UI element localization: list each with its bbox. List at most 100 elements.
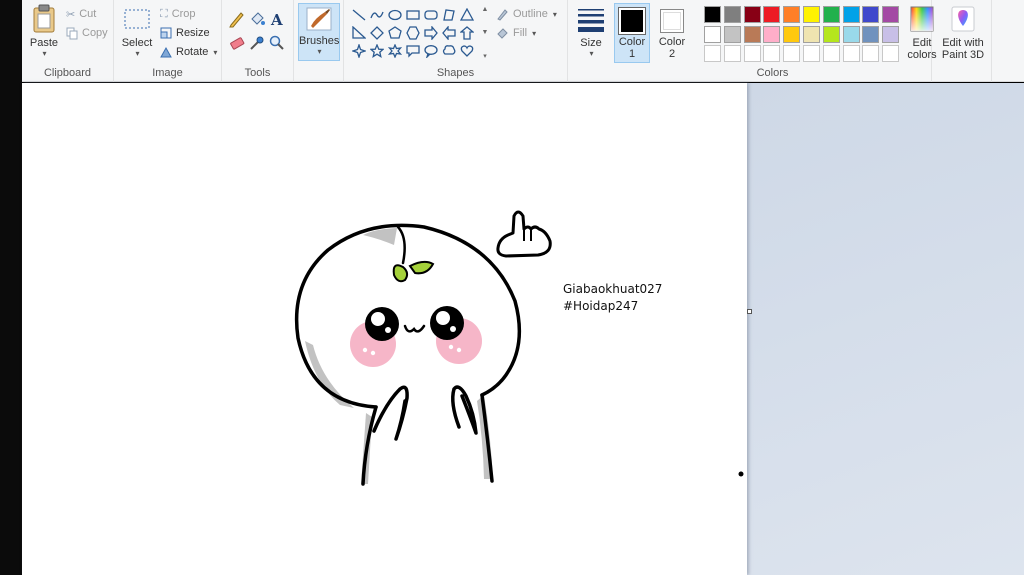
palette-color-swatch[interactable] bbox=[704, 25, 721, 43]
cut-button[interactable]: ✂ Cut bbox=[66, 5, 96, 23]
shapes-group-label: Shapes bbox=[436, 67, 475, 79]
up-arrow-shape-icon[interactable] bbox=[458, 24, 476, 42]
four-point-star-shape-icon[interactable] bbox=[350, 42, 368, 60]
canvas-resize-handle[interactable] bbox=[747, 309, 752, 314]
drawing-canvas[interactable]: Giabaokhuat027 #Hoidap247 bbox=[22, 83, 747, 575]
outline-button[interactable]: Outline ▾ bbox=[496, 5, 557, 23]
copy-button[interactable]: Copy bbox=[66, 24, 108, 42]
line-width-icon bbox=[578, 9, 604, 32]
fill-bucket-icon[interactable] bbox=[248, 10, 266, 28]
left-arrow-shape-icon[interactable] bbox=[440, 24, 458, 42]
palette-color-swatch[interactable] bbox=[822, 6, 840, 23]
rect-callout-shape-icon[interactable] bbox=[404, 42, 422, 60]
resize-label: Resize bbox=[176, 27, 210, 39]
line-shape-icon[interactable] bbox=[350, 6, 368, 24]
left-window-strip bbox=[0, 0, 22, 575]
scroll-up-icon[interactable]: ▲ bbox=[482, 6, 489, 13]
expand-gallery-icon[interactable]: ▾ bbox=[483, 52, 487, 60]
scroll-down-icon[interactable]: ▼ bbox=[482, 29, 489, 36]
pentagon-shape-icon[interactable] bbox=[386, 24, 404, 42]
palette-color-swatch[interactable] bbox=[783, 25, 801, 43]
palette-color-swatch[interactable] bbox=[763, 25, 781, 43]
palette-color-swatch[interactable] bbox=[763, 45, 781, 62]
brushes-label: Brushes bbox=[299, 35, 340, 47]
palette-color-swatch[interactable] bbox=[743, 6, 761, 23]
palette-color-swatch[interactable] bbox=[704, 6, 721, 23]
shapes-group: ▲ ▼ ▾ Outline ▾ Fill ▾ Shapes bbox=[344, 0, 568, 82]
right-triangle-shape-icon[interactable] bbox=[350, 24, 368, 42]
select-button[interactable]: Select ▾ bbox=[120, 4, 154, 58]
rounded-rectangle-shape-icon[interactable] bbox=[422, 6, 440, 24]
eraser-icon[interactable] bbox=[228, 34, 246, 52]
palette-color-swatch[interactable] bbox=[723, 6, 741, 23]
size-button[interactable]: Size ▾ bbox=[571, 4, 611, 58]
magnifier-icon[interactable] bbox=[268, 34, 286, 52]
palette-color-swatch[interactable] bbox=[763, 6, 781, 23]
clipboard-group-label: Clipboard bbox=[43, 67, 92, 79]
oval-shape-icon[interactable] bbox=[386, 6, 404, 24]
brushes-button[interactable]: Brushes ▾ bbox=[298, 3, 340, 61]
palette-color-swatch[interactable] bbox=[802, 25, 820, 43]
crop-button[interactable]: ⛶ Crop bbox=[160, 5, 196, 23]
polygon-shape-icon[interactable] bbox=[440, 6, 458, 24]
shapes-scrollbar[interactable]: ▲ ▼ ▾ bbox=[480, 6, 490, 60]
copy-icon bbox=[66, 27, 78, 39]
image-group: Select ▾ ⛶ Crop Resize Rotate ▾ Image bbox=[114, 0, 222, 82]
right-arrow-shape-icon[interactable] bbox=[422, 24, 440, 42]
color1-button[interactable]: Color 1 bbox=[614, 3, 650, 63]
crop-label: Crop bbox=[171, 8, 196, 20]
color1-label-line2: 1 bbox=[628, 48, 636, 60]
color-picker-icon[interactable] bbox=[248, 34, 266, 52]
palette-color-swatch[interactable] bbox=[822, 25, 840, 43]
paste-button[interactable]: Paste ▾ bbox=[26, 4, 62, 58]
palette-color-swatch[interactable] bbox=[802, 6, 820, 23]
palette-color-swatch[interactable] bbox=[842, 6, 860, 23]
canvas-caption: Giabaokhuat027 #Hoidap247 bbox=[563, 281, 662, 315]
fill-bucket-icon bbox=[497, 27, 508, 39]
six-point-star-shape-icon[interactable] bbox=[386, 42, 404, 60]
cloud-callout-shape-icon[interactable] bbox=[440, 42, 458, 60]
palette-color-swatch[interactable] bbox=[783, 6, 801, 23]
palette-color-swatch[interactable] bbox=[842, 25, 860, 43]
size-label: Size bbox=[580, 37, 602, 49]
palette-color-swatch[interactable] bbox=[862, 6, 880, 23]
chevron-down-icon: ▾ bbox=[135, 49, 140, 58]
fill-button[interactable]: Fill ▾ bbox=[496, 24, 536, 42]
palette-color-swatch[interactable] bbox=[822, 45, 840, 62]
resize-button[interactable]: Resize bbox=[160, 24, 210, 42]
resize-icon bbox=[160, 27, 172, 39]
palette-color-swatch[interactable] bbox=[842, 45, 860, 62]
triangle-shape-icon[interactable] bbox=[458, 6, 476, 24]
pencil-icon[interactable] bbox=[228, 10, 246, 28]
drawing-artwork bbox=[294, 210, 744, 486]
palette-color-swatch[interactable] bbox=[743, 45, 761, 62]
five-point-star-shape-icon[interactable] bbox=[368, 42, 386, 60]
palette-color-swatch[interactable] bbox=[743, 25, 761, 43]
chevron-down-icon: ▾ bbox=[317, 47, 322, 56]
palette-color-swatch[interactable] bbox=[783, 45, 801, 62]
palette-color-swatch[interactable] bbox=[704, 45, 721, 62]
palette-color-swatch[interactable] bbox=[882, 6, 900, 23]
edit-with-paint3d-button[interactable]: Edit with Paint 3D bbox=[934, 4, 992, 61]
palette-color-swatch[interactable] bbox=[723, 45, 741, 62]
hexagon-shape-icon[interactable] bbox=[404, 24, 422, 42]
chevron-down-icon: ▾ bbox=[532, 28, 537, 38]
palette-color-swatch[interactable] bbox=[802, 45, 820, 62]
color1-swatch bbox=[618, 7, 646, 35]
chevron-down-icon: ▾ bbox=[589, 49, 594, 58]
color2-button[interactable]: Color 2 bbox=[654, 3, 690, 60]
palette-color-swatch[interactable] bbox=[862, 45, 880, 62]
paste-label: Paste bbox=[29, 37, 59, 49]
color1-fill bbox=[621, 10, 643, 32]
palette-color-swatch[interactable] bbox=[882, 25, 900, 43]
palette-color-swatch[interactable] bbox=[723, 25, 741, 43]
palette-color-swatch[interactable] bbox=[862, 25, 880, 43]
rotate-button[interactable]: Rotate ▾ bbox=[160, 43, 217, 61]
rectangle-shape-icon[interactable] bbox=[404, 6, 422, 24]
curve-shape-icon[interactable] bbox=[368, 6, 386, 24]
text-icon[interactable]: A bbox=[268, 10, 286, 28]
oval-callout-shape-icon[interactable] bbox=[422, 42, 440, 60]
diamond-shape-icon[interactable] bbox=[368, 24, 386, 42]
heart-shape-icon[interactable] bbox=[458, 42, 476, 60]
palette-color-swatch[interactable] bbox=[882, 45, 900, 62]
